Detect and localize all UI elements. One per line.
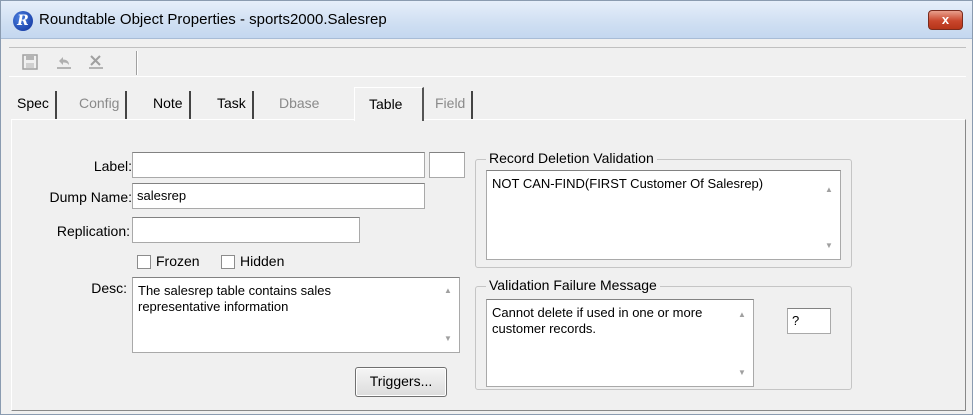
delete-button[interactable] <box>85 53 107 73</box>
save-icon <box>22 54 38 70</box>
record-deletion-title: Record Deletion Validation <box>486 150 657 166</box>
properties-window: R Roundtable Object Properties - sports2… <box>0 0 973 415</box>
dump-name-input[interactable]: salesrep <box>132 183 425 209</box>
record-deletion-textarea[interactable]: NOT CAN-FIND(FIRST Customer Of Salesrep)… <box>486 170 841 260</box>
scroll-up-icon[interactable]: ▲ <box>824 185 834 195</box>
replication-label: Replication: <box>56 223 130 239</box>
frozen-checkbox[interactable] <box>137 255 151 269</box>
hidden-label: Hidden <box>240 253 285 269</box>
validation-failure-text: Cannot delete if used in one or more cus… <box>492 305 702 337</box>
tab-field[interactable]: Field <box>429 91 474 119</box>
validation-failure-line-2: customer records. <box>492 321 597 336</box>
tab-dbase[interactable]: Dbase <box>273 91 325 119</box>
desc-text: The salesrep table contains sales repres… <box>138 283 331 315</box>
title-bar[interactable]: R Roundtable Object Properties - sports2… <box>1 1 972 39</box>
triggers-button[interactable]: Triggers... <box>355 367 447 397</box>
validation-failure-group: Validation Failure Message Cannot delete… <box>475 277 852 390</box>
help-field-input[interactable]: ? <box>787 308 831 334</box>
window-title: Roundtable Object Properties - sports200… <box>39 11 387 28</box>
hidden-checkbox[interactable] <box>221 255 235 269</box>
desc-label: Desc: <box>91 280 127 296</box>
scroll-down-icon[interactable]: ▼ <box>824 241 834 251</box>
label-input[interactable] <box>132 152 425 178</box>
undo-button[interactable] <box>53 53 75 73</box>
record-deletion-text: NOT CAN-FIND(FIRST Customer Of Salesrep) <box>492 176 764 191</box>
tab-config[interactable]: Config <box>73 91 128 119</box>
scroll-up-icon[interactable]: ▲ <box>443 286 453 296</box>
table-tab-panel: Label: Dump Name: salesrep Replication: … <box>11 119 966 411</box>
toolbar <box>9 47 966 77</box>
dump-name-label: Dump Name: <box>49 189 132 205</box>
record-deletion-group: Record Deletion Validation NOT CAN-FIND(… <box>475 150 852 268</box>
tab-table[interactable]: Table <box>354 87 424 121</box>
save-button[interactable] <box>19 53 41 73</box>
tab-spec[interactable]: Spec <box>11 91 57 119</box>
roundtable-app-icon: R <box>13 11 33 31</box>
scroll-down-icon[interactable]: ▼ <box>443 334 453 344</box>
validation-failure-line-1: Cannot delete if used in one or more <box>492 305 703 320</box>
toolbar-separator <box>136 51 138 75</box>
tab-strip: Spec Config Note Task Dbase Table Field <box>11 87 966 121</box>
desc-line-2: representative information <box>138 299 289 314</box>
close-button[interactable]: x <box>928 10 963 30</box>
label-extra-input[interactable] <box>429 152 465 178</box>
close-icon: x <box>941 12 950 27</box>
tab-task[interactable]: Task <box>211 91 254 119</box>
validation-failure-title: Validation Failure Message <box>486 277 660 293</box>
frozen-label: Frozen <box>156 253 200 269</box>
delete-icon <box>89 55 103 69</box>
scroll-down-icon[interactable]: ▼ <box>737 368 747 378</box>
desc-line-1: The salesrep table contains sales <box>138 283 331 298</box>
replication-input[interactable] <box>132 217 360 243</box>
label-field-label: Label: <box>93 158 132 174</box>
scroll-up-icon[interactable]: ▲ <box>737 310 747 320</box>
validation-failure-textarea[interactable]: Cannot delete if used in one or more cus… <box>486 299 754 387</box>
desc-textarea[interactable]: The salesrep table contains sales repres… <box>132 277 460 353</box>
tab-note[interactable]: Note <box>147 91 191 119</box>
undo-icon <box>57 57 71 69</box>
